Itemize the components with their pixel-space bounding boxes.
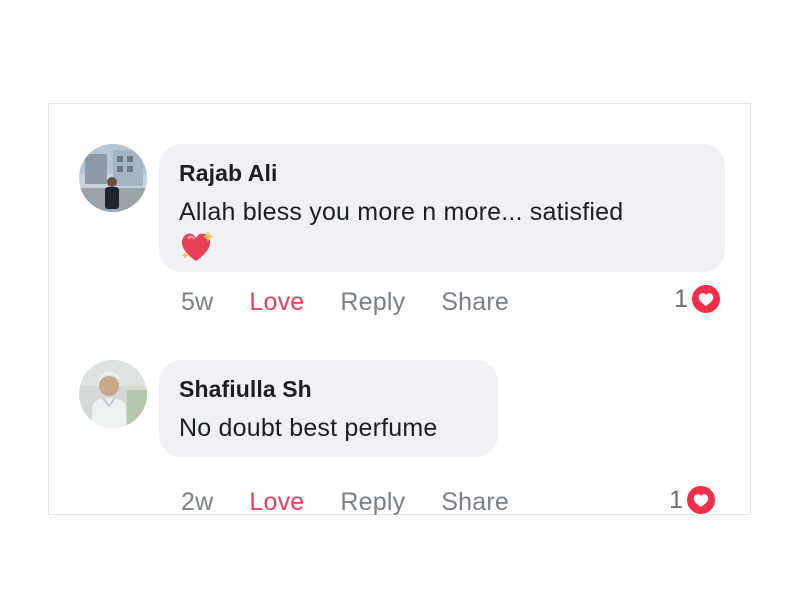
comment-bubble: Rajab Ali Allah bless you more n more...… bbox=[159, 144, 725, 272]
love-button[interactable]: Love bbox=[249, 488, 304, 517]
reaction-summary[interactable]: 1 bbox=[674, 283, 722, 315]
reaction-count: 1 bbox=[674, 284, 688, 313]
sparkling-heart-icon bbox=[179, 230, 215, 264]
comment-text: No doubt best perfume bbox=[179, 414, 438, 442]
heart-icon bbox=[685, 484, 717, 516]
share-button[interactable]: Share bbox=[441, 488, 509, 517]
comment-bubble: Shafiulla Sh No doubt best perfume bbox=[159, 360, 498, 457]
reply-button[interactable]: Reply bbox=[340, 488, 405, 517]
reaction-count: 1 bbox=[669, 485, 683, 514]
comment-author[interactable]: Rajab Ali bbox=[179, 158, 705, 188]
comments-panel: Rajab Ali Allah bless you more n more...… bbox=[48, 103, 751, 517]
reaction-summary[interactable]: 1 bbox=[669, 484, 717, 516]
comment-timestamp[interactable]: 2w bbox=[181, 488, 213, 517]
heart-icon bbox=[690, 283, 722, 315]
comment-text: Allah bless you more n more... satisfied bbox=[179, 198, 624, 226]
love-button[interactable]: Love bbox=[249, 288, 304, 317]
avatar[interactable] bbox=[79, 144, 147, 212]
share-button[interactable]: Share bbox=[441, 288, 509, 317]
reply-button[interactable]: Reply bbox=[340, 288, 405, 317]
avatar[interactable] bbox=[79, 360, 147, 428]
comment-timestamp[interactable]: 5w bbox=[181, 288, 213, 317]
comment-author[interactable]: Shafiulla Sh bbox=[179, 374, 478, 404]
comment-actions: 5w Love Reply Share bbox=[181, 287, 545, 317]
comment-actions: 2w Love Reply Share bbox=[181, 487, 545, 517]
